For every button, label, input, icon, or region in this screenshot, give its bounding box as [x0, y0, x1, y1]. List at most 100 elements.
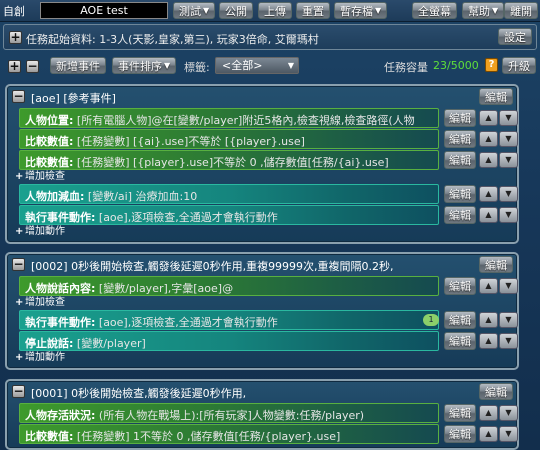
move-down-icon[interactable]: ▼	[499, 426, 518, 442]
row-bar: 執行事件動作: [aoe],逐項檢查,全通過才會執行動作	[19, 310, 439, 330]
condition-row[interactable]: 人物說話內容: [變數/player],字彙[aoe]@ 編輯 ▲ ▼	[19, 276, 518, 296]
settings-button[interactable]: 設定	[498, 28, 532, 45]
move-down-icon[interactable]: ▼	[499, 278, 518, 294]
condition-row[interactable]: 比較數值: [任務變數] [{ai}.use]不等於 [{player}.use…	[19, 129, 518, 149]
action-row[interactable]: 執行事件動作: [aoe],逐項檢查,全通過才會執行動作 1 編輯 ▲ ▼	[19, 310, 518, 330]
collapse-all-icon[interactable]: −	[26, 60, 39, 73]
save-draft-button[interactable]: 暫存檔 ▼	[334, 2, 388, 19]
event-header: − [0002] 0秒後開始檢查,觸發後延遲0秒作用,重複99999次,重複間隔0…	[7, 254, 517, 276]
move-down-icon[interactable]: ▼	[499, 312, 518, 328]
move-down-icon[interactable]: ▼	[499, 186, 518, 202]
add-action-link[interactable]: 增加動作	[15, 352, 517, 365]
row-type: 人物位置:	[25, 114, 74, 127]
row-type: 執行事件動作:	[25, 211, 96, 224]
condition-row[interactable]: 比較數值: [任務變數] 1不等於 0 ,儲存數值[任務/{player}.us…	[19, 424, 518, 444]
add-action-link[interactable]: 增加動作	[15, 226, 517, 239]
row-detail: [aoe],逐項檢查,全通過才會執行動作	[95, 211, 278, 224]
chevron-down-icon: ▼	[164, 61, 171, 70]
row-detail: [變數/player]	[73, 337, 146, 350]
action-row[interactable]: 執行事件動作: [aoe],逐項檢查,全通過才會執行動作 編輯 ▲ ▼	[19, 205, 518, 225]
edit-row-button[interactable]: 編輯	[444, 151, 476, 169]
move-down-icon[interactable]: ▼	[499, 333, 518, 349]
move-up-icon[interactable]: ▲	[479, 152, 498, 168]
tag-select-value: <全部>	[222, 59, 263, 72]
edit-row-button[interactable]: 編輯	[444, 109, 476, 127]
event-card: − [0002] 0秒後開始檢查,觸發後延遲0秒作用,重複99999次,重複間隔0…	[5, 252, 519, 370]
help-menu-button[interactable]: 幫助 ▼	[462, 2, 505, 19]
move-up-icon[interactable]: ▲	[479, 405, 498, 421]
row-bar: 比較數值: [任務變數] [{ai}.use]不等於 [{player}.use…	[19, 129, 439, 149]
condition-row[interactable]: 人物存活狀況: (所有人物在戰場上):[所有玩家]人物變數:任務/player)…	[19, 403, 518, 423]
chevron-down-icon: ▼	[203, 6, 210, 15]
move-up-icon[interactable]: ▲	[479, 131, 498, 147]
row-type: 比較數值:	[25, 135, 74, 148]
mode-label: 自創	[3, 5, 25, 18]
move-up-icon[interactable]: ▲	[479, 207, 498, 223]
row-type: 比較數值:	[25, 430, 74, 443]
event-card: − [aoe] [參考事件] 編輯 人物位置: [所有電腦人物]@在[變數/playe…	[5, 84, 519, 244]
sort-event-label: 事件排序	[118, 59, 162, 73]
move-up-icon[interactable]: ▲	[479, 312, 498, 328]
test-button[interactable]: 測試 ▼	[173, 2, 216, 19]
edit-row-button[interactable]: 編輯	[444, 206, 476, 224]
exit-button[interactable]: 離開	[504, 2, 538, 19]
event-title: [aoe] [參考事件]	[31, 92, 116, 105]
edit-row-button[interactable]: 編輯	[444, 130, 476, 148]
move-down-icon[interactable]: ▼	[499, 152, 518, 168]
row-detail: [任務變數] [{player}.use]不等於 0 ,儲存數值[任務/{ai}…	[73, 156, 389, 169]
capacity-label: 任務容量	[384, 61, 428, 74]
fullscreen-button[interactable]: 全螢幕	[412, 2, 457, 19]
edit-row-button[interactable]: 編輯	[444, 311, 476, 329]
add-check-link[interactable]: 增加檢查	[15, 297, 517, 310]
row-type: 人物加減血:	[25, 190, 85, 203]
upgrade-button[interactable]: 升級	[502, 57, 536, 74]
move-down-icon[interactable]: ▼	[499, 207, 518, 223]
condition-row[interactable]: 人物位置: [所有電腦人物]@在[變數/player]附近5格內,檢查視線,檢查…	[19, 108, 518, 128]
row-bar: 人物存活狀況: (所有人物在戰場上):[所有玩家]人物變數:任務/player)	[19, 403, 439, 423]
collapse-icon[interactable]: −	[12, 385, 25, 398]
row-type: 停止說話:	[25, 337, 74, 350]
expand-all-icon[interactable]: +	[8, 60, 21, 73]
move-up-icon[interactable]: ▲	[479, 278, 498, 294]
move-down-icon[interactable]: ▼	[499, 110, 518, 126]
event-card: − [0001] 0秒後開始檢查,觸發後延遲0秒作用, 編輯 人物存活狀況: (所有人…	[5, 379, 519, 450]
save-draft-label: 暫存檔	[340, 4, 373, 18]
move-up-icon[interactable]: ▲	[479, 426, 498, 442]
help-icon[interactable]: ?	[485, 58, 498, 72]
edit-row-button[interactable]: 編輯	[444, 332, 476, 350]
sort-event-button[interactable]: 事件排序 ▼	[112, 57, 177, 74]
move-down-icon[interactable]: ▼	[499, 405, 518, 421]
edit-event-button[interactable]: 編輯	[479, 383, 513, 400]
chevron-down-icon: ▼	[492, 6, 499, 15]
row-type: 執行事件動作:	[25, 316, 96, 329]
edit-row-button[interactable]: 編輯	[444, 277, 476, 295]
expand-icon[interactable]: +	[9, 31, 22, 44]
move-down-icon[interactable]: ▼	[499, 131, 518, 147]
move-up-icon[interactable]: ▲	[479, 333, 498, 349]
edit-row-button[interactable]: 編輯	[444, 185, 476, 203]
reset-button[interactable]: 重置	[296, 2, 330, 19]
action-row[interactable]: 人物加減血: [變數/ai] 治療加血:10 編輯 ▲ ▼	[19, 184, 518, 204]
move-up-icon[interactable]: ▲	[479, 110, 498, 126]
edit-row-button[interactable]: 編輯	[444, 404, 476, 422]
collapse-icon[interactable]: −	[12, 90, 25, 103]
add-event-button[interactable]: 新增事件	[50, 57, 106, 74]
move-up-icon[interactable]: ▲	[479, 186, 498, 202]
row-text: 比較數值: [任務變數] [{player}.use]不等於 0 ,儲存數值[任…	[25, 154, 389, 169]
mission-title-field[interactable]: AOE test	[40, 2, 168, 19]
add-check-link[interactable]: 增加檢查	[15, 171, 517, 184]
edit-row-button[interactable]: 編輯	[444, 425, 476, 443]
row-detail: [變數/ai] 治療加血:10	[84, 190, 198, 203]
capacity-value: 23/5000	[433, 59, 479, 72]
publish-button[interactable]: 公開	[219, 2, 253, 19]
row-text: 執行事件動作: [aoe],逐項檢查,全通過才會執行動作	[25, 314, 278, 329]
collapse-icon[interactable]: −	[12, 258, 25, 271]
edit-event-button[interactable]: 編輯	[479, 88, 513, 105]
action-row[interactable]: 停止說話: [變數/player] 編輯 ▲ ▼	[19, 331, 518, 351]
upload-button[interactable]: 上傳	[258, 2, 292, 19]
event-header: − [0001] 0秒後開始檢查,觸發後延遲0秒作用, 編輯	[7, 381, 517, 403]
row-text: 人物位置: [所有電腦人物]@在[變數/player]附近5格內,檢查視線,檢查…	[25, 112, 415, 127]
condition-row[interactable]: 比較數值: [任務變數] [{player}.use]不等於 0 ,儲存數值[任…	[19, 150, 518, 170]
edit-event-button[interactable]: 編輯	[479, 256, 513, 273]
tag-select[interactable]: <全部> ▼	[215, 57, 299, 74]
